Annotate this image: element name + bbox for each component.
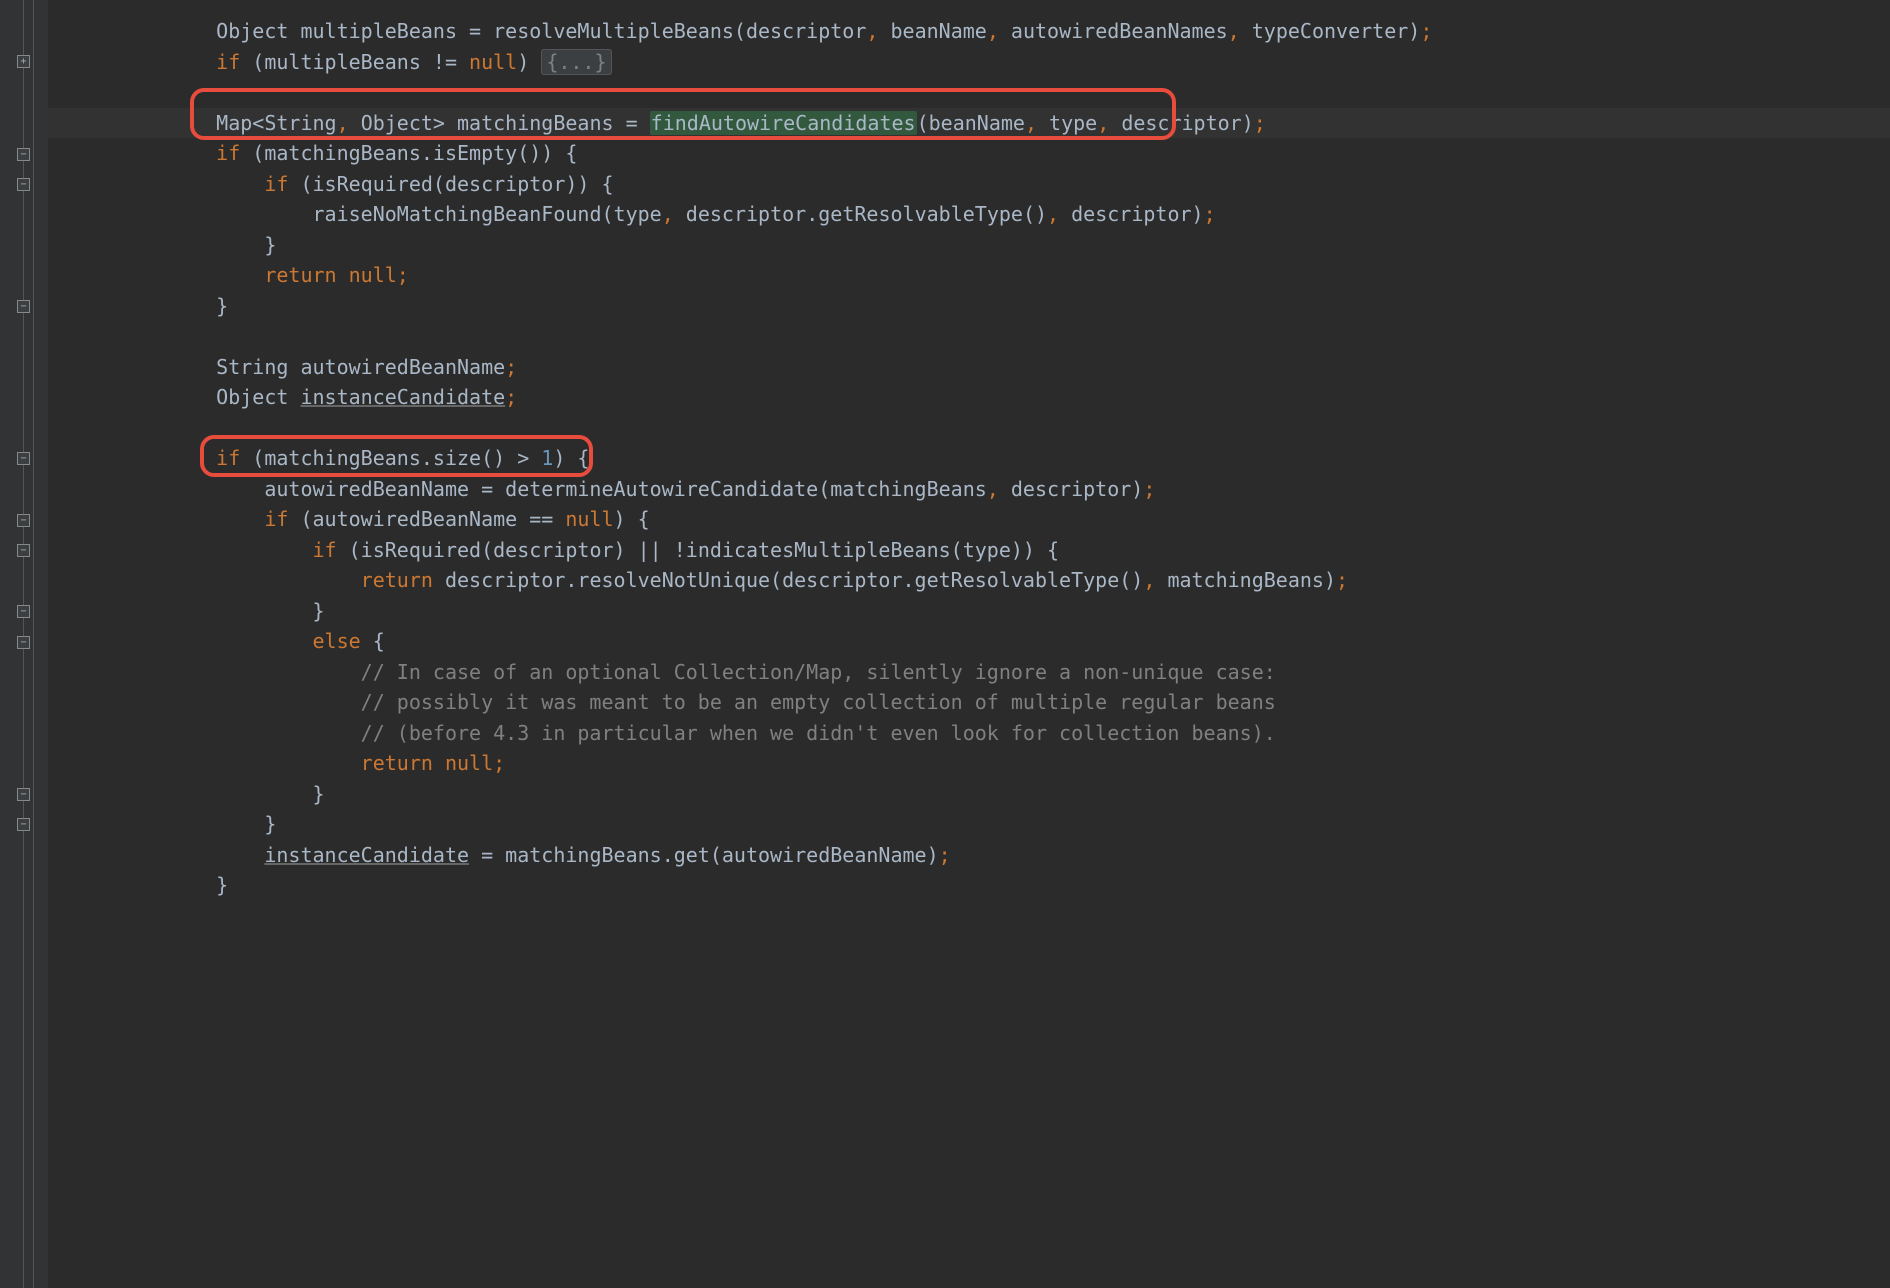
fold-collapse-icon[interactable] [17, 818, 30, 831]
code-line: return descriptor.resolveNotUnique(descr… [48, 565, 1890, 596]
fold-guide [33, 0, 34, 1288]
code-line: if (matchingBeans.isEmpty()) { [48, 138, 1890, 169]
code-line: // In case of an optional Collection/Map… [48, 657, 1890, 688]
folded-region[interactable]: {...} [541, 49, 611, 75]
fold-collapse-icon[interactable] [17, 636, 30, 649]
code-line: if (matchingBeans.size() > 1) { [48, 443, 1890, 474]
code-line: } [48, 230, 1890, 261]
fold-collapse-icon[interactable] [17, 178, 30, 191]
code-line: // (before 4.3 in particular when we did… [48, 718, 1890, 749]
code-line: if (autowiredBeanName == null) { [48, 504, 1890, 535]
fold-collapse-icon[interactable] [17, 788, 30, 801]
fold-collapse-icon[interactable] [17, 605, 30, 618]
fold-collapse-icon[interactable] [17, 544, 30, 557]
code-line: } [48, 779, 1890, 810]
code-line-current: Map<String, Object> matchingBeans = find… [48, 108, 1890, 139]
code-line: return null; [48, 260, 1890, 291]
code-line: if (isRequired(descriptor) || !indicates… [48, 535, 1890, 566]
code-area[interactable]: Object multipleBeans = resolveMultipleBe… [48, 0, 1890, 1288]
code-line: } [48, 596, 1890, 627]
code-line: instanceCandidate = matchingBeans.get(au… [48, 840, 1890, 871]
fold-collapse-icon[interactable] [17, 452, 30, 465]
fold-collapse-icon[interactable] [17, 300, 30, 313]
code-line: // possibly it was meant to be an empty … [48, 687, 1890, 718]
code-line: } [48, 291, 1890, 322]
code-line: Object instanceCandidate; [48, 382, 1890, 413]
code-line: String autowiredBeanName; [48, 352, 1890, 383]
code-line [48, 321, 1890, 352]
code-line: autowiredBeanName = determineAutowireCan… [48, 474, 1890, 505]
code-line [48, 77, 1890, 108]
code-line: if (isRequired(descriptor)) { [48, 169, 1890, 200]
code-line: Object multipleBeans = resolveMultipleBe… [48, 16, 1890, 47]
code-line: else { [48, 626, 1890, 657]
code-line: return null; [48, 748, 1890, 779]
code-line: } [48, 870, 1890, 901]
code-line: if (multipleBeans != null) {...} [48, 47, 1890, 78]
code-line: } [48, 809, 1890, 840]
fold-expand-icon[interactable] [17, 55, 30, 68]
code-line [48, 413, 1890, 444]
gutter [0, 0, 48, 1288]
code-editor: Object multipleBeans = resolveMultipleBe… [0, 0, 1890, 1288]
fold-collapse-icon[interactable] [17, 514, 30, 527]
fold-collapse-icon[interactable] [17, 148, 30, 161]
highlighted-method: findAutowireCandidates [650, 111, 917, 135]
code-line: raiseNoMatchingBeanFound(type, descripto… [48, 199, 1890, 230]
